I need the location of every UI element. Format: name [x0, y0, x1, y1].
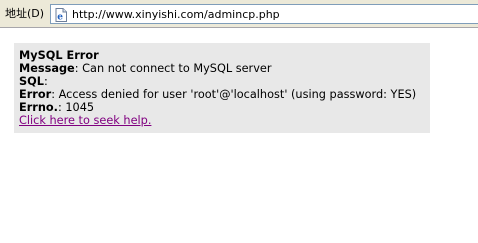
svg-text:e: e: [57, 13, 63, 23]
error-value: : Access denied for user 'root'@'localho…: [51, 88, 417, 101]
sql-label: SQL: [19, 75, 44, 88]
help-line: Click here to seek help.: [19, 114, 430, 127]
message-label: Message: [19, 62, 75, 75]
error-line: Error: Access denied for user 'root'@'lo…: [19, 88, 430, 101]
sql-line: SQL:: [19, 75, 430, 88]
errno-label: Errno.: [19, 101, 58, 114]
address-bar: 地址(D) e http://www.xinyishi.com/admincp.…: [0, 0, 478, 28]
ie-page-icon: e: [54, 7, 68, 23]
mysql-error-box: MySQL Error Message: Can not connect to …: [14, 43, 430, 133]
errno-value: : 1045: [57, 101, 95, 114]
sql-value: :: [43, 75, 48, 88]
error-label: Error: [19, 88, 52, 101]
errno-line: Errno.: 1045: [19, 101, 430, 114]
error-title: MySQL Error: [19, 49, 99, 62]
message-line: Message: Can not connect to MySQL server: [19, 62, 430, 75]
address-field[interactable]: e http://www.xinyishi.com/admincp.php: [50, 4, 478, 24]
seek-help-link[interactable]: Click here to seek help.: [19, 114, 151, 127]
message-value: : Can not connect to MySQL server: [74, 62, 272, 75]
url-text[interactable]: http://www.xinyishi.com/admincp.php: [72, 8, 280, 21]
address-label: 地址(D): [5, 7, 45, 20]
page-content: MySQL Error Message: Can not connect to …: [0, 28, 478, 243]
